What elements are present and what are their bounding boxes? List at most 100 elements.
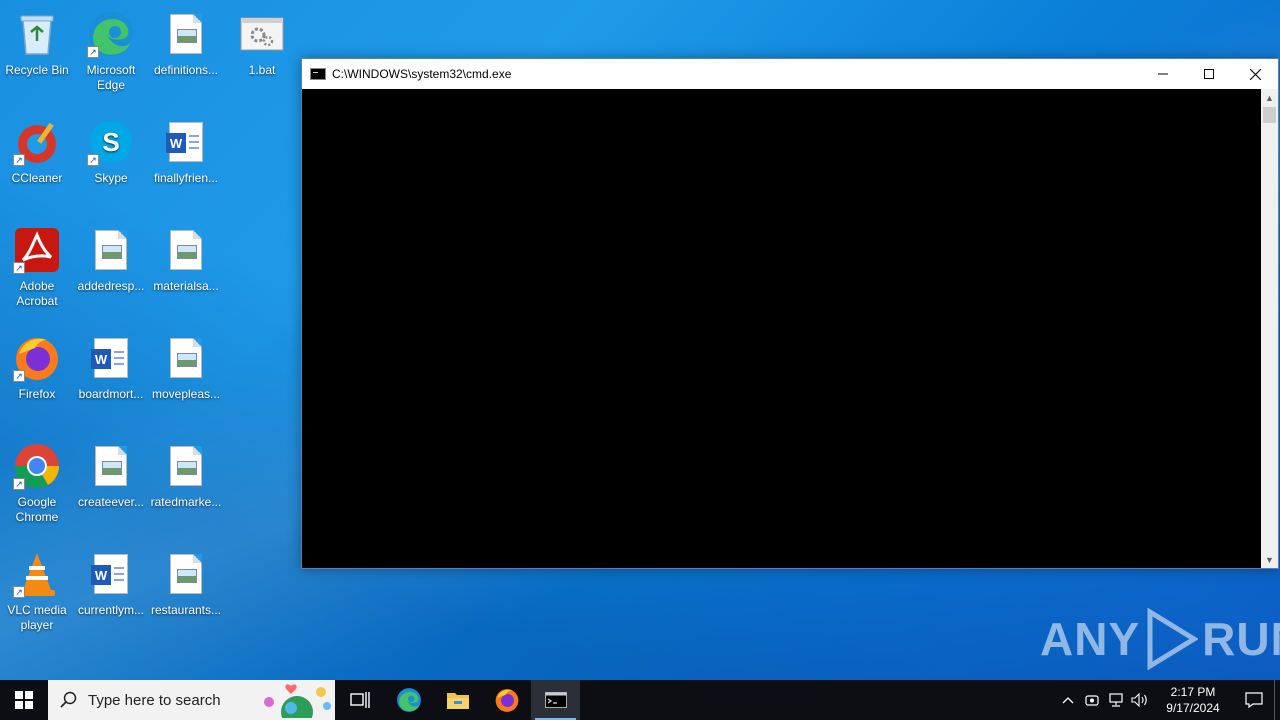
image-file-icon — [162, 226, 210, 274]
console-output[interactable] — [302, 89, 1262, 568]
chevron-up-icon — [1062, 697, 1074, 704]
close-icon — [1249, 68, 1261, 80]
taskbar-app-file-explorer[interactable] — [433, 680, 482, 720]
firefox-icon: ↗ — [13, 334, 61, 382]
desktop-icon-file[interactable]: createever... — [74, 436, 148, 536]
action-center-button[interactable] — [1234, 680, 1274, 720]
desktop-icon-firefox[interactable]: ↗ Firefox — [0, 328, 74, 428]
show-desktop-button[interactable] — [1274, 680, 1280, 720]
desktop-icon-file[interactable]: W currentlym... — [74, 544, 148, 644]
desktop-icon-file[interactable]: W boardmort... — [74, 328, 148, 428]
desktop-icon-label: movepleas... — [151, 387, 221, 401]
desktop-icon-batch-file[interactable]: 1.bat — [225, 4, 299, 104]
desktop-icon-label: currentlym... — [77, 603, 144, 617]
svg-text:S: S — [102, 127, 119, 157]
watermark-text-left: ANY — [1040, 613, 1141, 665]
cmd-icon — [310, 68, 326, 80]
desktop-icon-file[interactable]: materialsa... — [149, 220, 223, 320]
shortcut-arrow-icon: ↗ — [13, 586, 25, 598]
desktop-icon-file[interactable]: definitions... — [149, 4, 223, 104]
window-titlebar[interactable]: C:\WINDOWS\system32\cmd.exe — [302, 59, 1278, 89]
maximize-button[interactable] — [1186, 59, 1232, 89]
scroll-up-icon[interactable]: ▲ — [1261, 89, 1278, 106]
desktop-icon-label: addedresp... — [77, 279, 145, 293]
meet-now-icon — [1085, 695, 1099, 706]
shortcut-arrow-icon: ↗ — [13, 370, 25, 382]
word-doc-icon: W — [162, 118, 210, 166]
desktop-icon-label: createever... — [77, 495, 145, 509]
scrollbar-thumb[interactable] — [1263, 107, 1276, 123]
batch-file-icon — [238, 10, 286, 58]
shortcut-arrow-icon: ↗ — [87, 154, 99, 166]
tray-network-button[interactable] — [1104, 680, 1128, 720]
shortcut-arrow-icon: ↗ — [13, 478, 25, 490]
window-title: C:\WINDOWS\system32\cmd.exe — [332, 67, 512, 81]
file-explorer-icon — [446, 693, 469, 709]
start-button[interactable] — [0, 680, 48, 720]
vertical-scrollbar[interactable]: ▲ ▼ — [1261, 89, 1278, 568]
desktop-icon-microsoft-edge[interactable]: ↗ Microsoft Edge — [74, 4, 148, 104]
windows-logo-icon — [15, 691, 33, 709]
shortcut-arrow-icon: ↗ — [87, 46, 99, 58]
tray-volume-button[interactable] — [1128, 680, 1152, 720]
desktop-icon-google-chrome[interactable]: ↗ Google Chrome — [0, 436, 74, 536]
desktop-icon-label: Adobe Acrobat — [16, 279, 58, 308]
image-file-icon — [87, 442, 135, 490]
desktop-icon-label: Microsoft Edge — [86, 63, 136, 92]
desktop-icon-label: ratedmarke... — [150, 495, 222, 509]
clock-time: 2:17 PM — [1170, 685, 1216, 699]
search-icon — [60, 691, 77, 708]
desktop-icon-label: Firefox — [18, 387, 56, 401]
taskbar-app-edge[interactable] — [384, 680, 433, 720]
edge-icon — [396, 688, 421, 712]
skype-icon: S ↗ — [87, 118, 135, 166]
anyrun-watermark: ANY RUN — [1040, 608, 1280, 670]
desktop-icon-recycle-bin[interactable]: Recycle Bin — [0, 4, 74, 104]
taskbar-app-firefox[interactable] — [482, 680, 531, 720]
chrome-icon: ↗ — [13, 442, 61, 490]
minimize-button[interactable] — [1140, 59, 1186, 89]
show-hidden-icons-button[interactable] — [1056, 680, 1080, 720]
task-view-button[interactable] — [335, 680, 384, 720]
desktop-icon-file[interactable]: addedresp... — [74, 220, 148, 320]
notification-icon — [1245, 692, 1263, 708]
desktop-icon-label: materialsa... — [153, 279, 219, 293]
desktop-icon-label: VLC media player — [7, 603, 67, 632]
desktop-icon-adobe-acrobat[interactable]: ↗ Adobe Acrobat — [0, 220, 74, 320]
desktop-icon-vlc[interactable]: ↗ VLC media player — [0, 544, 74, 644]
watermark-text-right: RUN — [1202, 613, 1280, 665]
desktop-icon-file[interactable]: W finallyfrien... — [149, 112, 223, 212]
desktop-icon-label: finallyfrien... — [153, 171, 219, 185]
desktop-icon-skype[interactable]: S ↗ Skype — [74, 112, 148, 212]
desktop-icon-file[interactable]: ratedmarke... — [149, 436, 223, 536]
clock-date: 9/17/2024 — [1166, 701, 1220, 715]
word-doc-icon: W — [87, 334, 135, 382]
system-tray: 2:17 PM 9/17/2024 — [1056, 680, 1280, 720]
desktop-icon-file[interactable]: movepleas... — [149, 328, 223, 428]
taskbar-clock[interactable]: 2:17 PM 9/17/2024 — [1158, 684, 1228, 716]
play-logo-icon — [1147, 608, 1199, 670]
cmd-window[interactable]: C:\WINDOWS\system32\cmd.exe ▲ ▼ — [301, 58, 1279, 569]
scroll-down-icon[interactable]: ▼ — [1261, 551, 1278, 568]
close-button[interactable] — [1232, 59, 1278, 89]
search-highlight-icon — [264, 684, 331, 718]
recycle-bin-icon — [13, 10, 61, 58]
desktop-icon-file[interactable]: restaurants... — [149, 544, 223, 644]
taskbar-app-cmd[interactable] — [531, 680, 580, 720]
maximize-icon — [1204, 69, 1214, 79]
acrobat-icon: ↗ — [13, 226, 61, 274]
desktop-icon-label: CCleaner — [11, 171, 63, 185]
cmd-icon — [544, 692, 567, 708]
image-file-icon — [162, 442, 210, 490]
search-placeholder: Type here to search — [88, 691, 221, 709]
desktop-icon-label: Google Chrome — [15, 495, 59, 524]
desktop-icon-ccleaner[interactable]: ↗ CCleaner — [0, 112, 74, 212]
ccleaner-icon: ↗ — [13, 118, 61, 166]
tray-meet-now-button[interactable] — [1080, 680, 1104, 720]
desktop-icon-label: Recycle Bin — [5, 63, 69, 77]
taskbar-search-box[interactable]: Type here to search — [48, 680, 335, 720]
desktop-icon-label: restaurants... — [150, 603, 222, 617]
desktop-icon-label: 1.bat — [248, 63, 276, 77]
task-view-icon — [349, 692, 370, 708]
volume-icon — [1131, 693, 1147, 707]
